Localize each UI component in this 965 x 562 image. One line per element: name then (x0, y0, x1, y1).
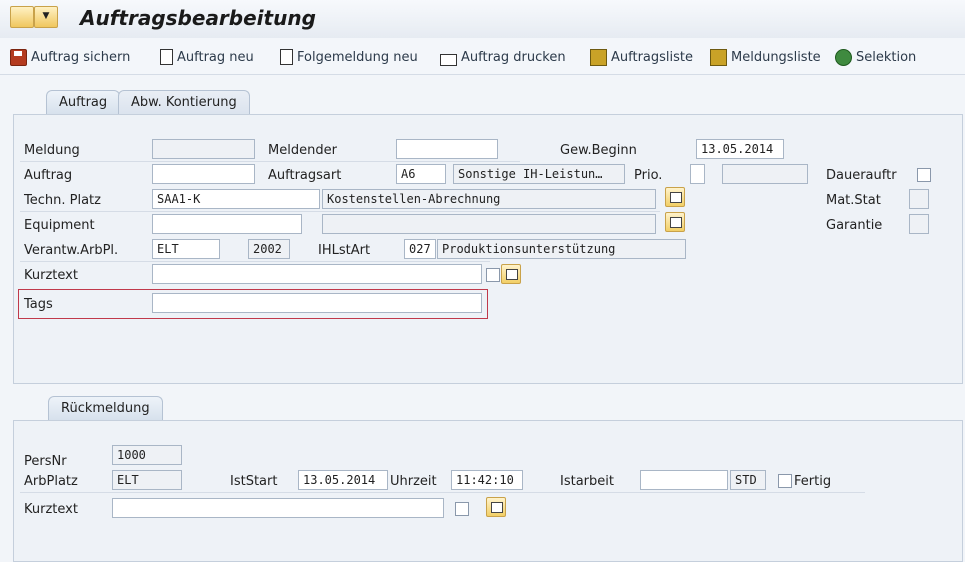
structure-icon[interactable] (665, 212, 685, 232)
equipment-text (322, 214, 656, 234)
new-document-icon (280, 49, 293, 65)
persnr-field: 1000 (112, 445, 182, 465)
notification-list-button[interactable]: Meldungsliste (710, 48, 821, 66)
label-meldung: Meldung (24, 143, 80, 158)
row-divider (20, 492, 865, 493)
label-arbplatz: ArbPlatz (24, 474, 78, 489)
techn-platz-field[interactable]: SAA1-K (152, 189, 320, 209)
ihlstart-text: Produktionsunterstützung (437, 239, 686, 259)
print-order-button[interactable]: Auftrag drucken (440, 48, 566, 66)
uhrzeit-field[interactable]: 11:42:10 (451, 470, 523, 490)
new-document-icon (160, 49, 173, 65)
label-persnr: PersNr (24, 454, 67, 469)
fertig-checkbox[interactable] (778, 474, 792, 488)
label-dauerauftr: Dauerauftr (826, 168, 897, 183)
verantw-arbpl-field[interactable]: ELT (152, 239, 220, 259)
label-kurztext: Kurztext (24, 268, 78, 283)
new-followup-button[interactable]: Folgemeldung neu (280, 48, 418, 66)
auftrag-field[interactable] (152, 164, 255, 184)
meldender-field[interactable] (396, 139, 498, 159)
tab-abw-kontierung[interactable]: Abw. Kontierung (118, 90, 250, 115)
save-order-button[interactable]: Auftrag sichern (10, 48, 130, 66)
confirmation-panel (13, 420, 963, 562)
unit-field: STD (730, 470, 766, 490)
garantie-field (909, 214, 929, 234)
prio-text (722, 164, 808, 184)
arbplatz-field: ELT (112, 470, 182, 490)
ihlstart-field[interactable]: 027 (404, 239, 436, 259)
label-auftrag: Auftrag (24, 168, 73, 183)
label-gew-beginn: Gew.Beginn (560, 143, 637, 158)
selection-icon (835, 48, 852, 66)
page-title: Auftragsbearbeitung (80, 6, 316, 30)
label-garantie: Garantie (826, 218, 883, 233)
menu-icon[interactable] (10, 6, 34, 28)
prio-field[interactable] (690, 164, 705, 184)
row-divider (20, 211, 660, 212)
auftragsart-text: Sonstige IH-Leistun… (453, 164, 625, 184)
label-tags: Tags (24, 297, 53, 312)
row-divider (20, 161, 520, 162)
kurztext-field[interactable] (152, 264, 482, 284)
longtext-editor-icon[interactable] (501, 264, 521, 284)
list-icon (590, 48, 607, 66)
save-icon (10, 48, 27, 66)
label-auftragsart: Auftragsart (268, 168, 342, 183)
confirmation-kurztext-field[interactable] (112, 498, 444, 518)
iststart-field[interactable]: 13.05.2014 (298, 470, 388, 490)
longtext-checkbox[interactable] (486, 268, 500, 282)
tab-auftrag[interactable]: Auftrag (46, 90, 121, 115)
label-prio: Prio. (634, 168, 663, 183)
printer-icon (440, 54, 457, 66)
confirmation-longtext-editor-icon[interactable] (486, 497, 506, 517)
label-iststart: IstStart (230, 474, 278, 489)
label-uhrzeit: Uhrzeit (390, 474, 437, 489)
label-confirmation-kurztext: Kurztext (24, 502, 78, 517)
menu-dropdown-icon[interactable]: ▼ (34, 6, 58, 28)
label-meldender: Meldender (268, 143, 337, 158)
meldung-field[interactable] (152, 139, 255, 159)
label-equipment: Equipment (24, 218, 95, 233)
row-divider (20, 261, 490, 262)
new-order-button[interactable]: Auftrag neu (160, 48, 254, 66)
dauerauftr-checkbox[interactable] (917, 168, 931, 182)
list-icon (710, 48, 727, 66)
hierarchy-icon[interactable] (665, 187, 685, 207)
plant-field: 2002 (248, 239, 290, 259)
gew-beginn-field[interactable]: 13.05.2014 (696, 139, 784, 159)
auftragsart-field[interactable]: A6 (396, 164, 446, 184)
tab-rueckmeldung[interactable]: Rückmeldung (48, 396, 163, 421)
mat-stat-field (909, 189, 929, 209)
label-verantw-arbpl: Verantw.ArbPl. (24, 243, 119, 258)
istarbeit-field[interactable] (640, 470, 728, 490)
selection-button[interactable]: Selektion (835, 48, 916, 66)
label-mat-stat: Mat.Stat (826, 193, 881, 208)
label-ihlstart: IHLstArt (318, 243, 371, 258)
label-istarbeit: Istarbeit (560, 474, 614, 489)
equipment-field[interactable] (152, 214, 302, 234)
techn-platz-text: Kostenstellen-Abrechnung (322, 189, 656, 209)
order-list-button[interactable]: Auftragsliste (590, 48, 693, 66)
tags-field[interactable] (152, 293, 482, 313)
confirmation-longtext-checkbox[interactable] (455, 502, 469, 516)
label-techn-platz: Techn. Platz (24, 193, 101, 208)
label-fertig: Fertig (794, 474, 832, 489)
